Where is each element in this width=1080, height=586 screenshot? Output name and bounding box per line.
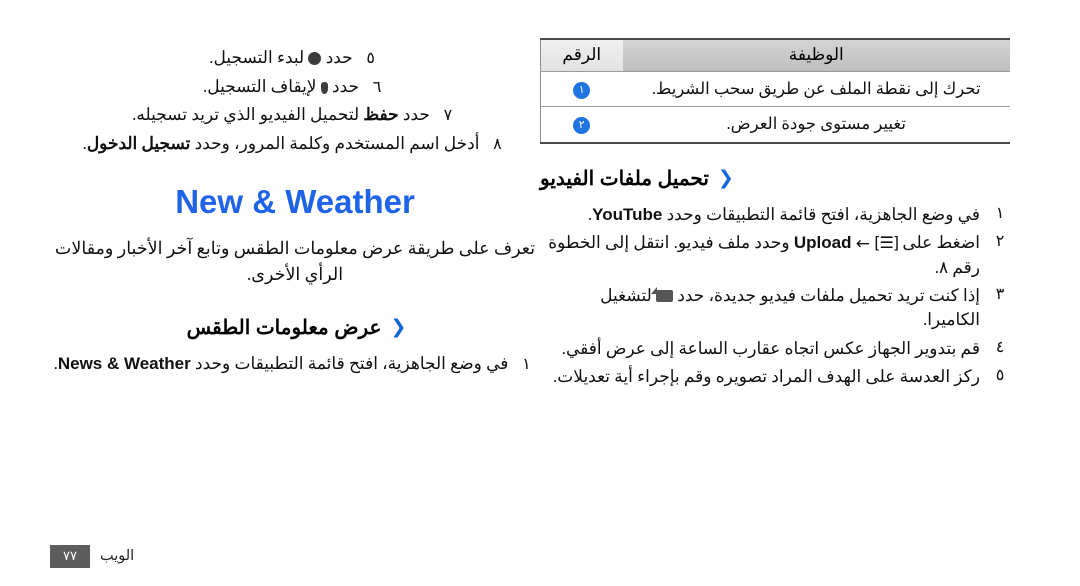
step-text: لتحميل الفيديو الذي تريد تسجيله.: [132, 105, 364, 125]
table-header-function: الوظيفة: [622, 38, 1010, 72]
weather-heading-label: عرض معلومات الطقس: [186, 317, 382, 340]
step-text: لإيقاف التسجيل.: [202, 76, 317, 96]
chapter-intro: تعرف على طريقة عرض معلومات الطقس وتابع آ…: [54, 237, 536, 285]
step-text: أدخل اسم المستخدم وكلمة المرور، وحدد: [190, 134, 480, 154]
table-wrapper: الوظيفة الرقم تحرك إلى نقطة الملف عن طري…: [540, 38, 1010, 144]
step-text: اضغط على: [898, 233, 980, 252]
step-text: قم بتدوير الجهاز عكس اتجاه عقارب الساعة …: [561, 338, 980, 358]
document-page: الوظيفة الرقم تحرك إلى نقطة الملف عن طري…: [0, 0, 1080, 586]
list-item-number: ٧: [443, 107, 453, 125]
list-item: ٧ حدد حفظ لتحميل الفيديو الذي تريد تسجيله…: [50, 103, 540, 128]
chevron-left-icon-2: ❮: [390, 316, 406, 339]
list-item-number: ٨: [493, 136, 502, 154]
list-item-number: ٢: [995, 233, 1005, 250]
list-item-number: ٦: [372, 78, 382, 96]
list-item: ٢ اضغط على [☰] ← Upload وحدد ملف فيديو. ا…: [540, 231, 1010, 280]
table-header-row: الوظيفة الرقم: [540, 38, 1010, 72]
footer-section-label: الويب: [99, 548, 135, 564]
table-row: تحرك إلى نقطة الملف عن طريق سحب الشريط. ١: [540, 71, 1010, 108]
table-header-number: الرقم: [540, 38, 623, 72]
page-footer: ٧٧ الويب: [50, 545, 134, 568]
weather-steps-list: ١ في وضع الجاهزية، افتح قائمة التطبيقات و…: [50, 352, 540, 377]
step-text: حدد: [321, 48, 353, 67]
table-cell-function: تغيير مستوى جودة العرض.: [622, 106, 1010, 144]
step-text-latin: News & Weather: [57, 354, 191, 374]
number-badge: ١: [573, 82, 591, 99]
record-circle-icon: [308, 52, 322, 65]
stop-recording-icon: [320, 81, 328, 94]
continued-steps-list: ٥حدد لبدء التسجيل. ٦حدد لإيقاف التسجيل. ٧ح…: [50, 46, 540, 157]
chapter-title: New & Weather: [175, 182, 415, 220]
table-body: تحرك إلى نقطة الملف عن طريق سحب الشريط. ١…: [540, 71, 1010, 144]
table-cell-number: ٢: [540, 106, 623, 144]
list-item-number: ٥: [366, 50, 375, 67]
left-column: ٥حدد لبدء التسجيل. ٦حدد لإيقاف التسجيل. ٧ح…: [50, 46, 540, 381]
upload-steps-list: ١ في وضع الجاهزية، افتح قائمة التطبيقات و…: [540, 203, 1010, 389]
number-badge: ٢: [573, 117, 591, 135]
step-text-emphasis: حفظ: [363, 105, 399, 125]
chevron-left-icon: ❮: [717, 166, 734, 189]
upload-section-heading: تحميل ملفات الفيديو ❮: [540, 166, 1010, 191]
list-item: ٥ حدد لبدء التسجيل.: [50, 46, 540, 71]
list-item: ١ في وضع الجاهزية، افتح قائمة التطبيقات و…: [540, 203, 1010, 227]
table-cell-function: تحرك إلى نقطة الملف عن طريق سحب الشريط.: [622, 71, 1010, 108]
step-text: إذا كنت تريد تحميل ملفات فيديو جديدة، حد…: [673, 286, 980, 306]
step-text: في وضع الجاهزية، افتح قائمة التطبيقات وح…: [190, 354, 509, 374]
list-item-number: ٣: [995, 286, 1005, 304]
upload-heading-label: تحميل ملفات الفيديو: [540, 167, 709, 190]
list-item: ١ في وضع الجاهزية، افتح قائمة التطبيقات و…: [50, 352, 540, 377]
step-text-latin: YouTube: [592, 204, 663, 224]
list-item: ٥ ركز العدسة على الهدف المراد تصويره وقم …: [540, 365, 1010, 389]
step-text: في وضع الجاهزية، افتح قائمة التطبيقات وح…: [662, 204, 980, 224]
list-item: ٣ إذا كنت تريد تحميل ملفات فيديو جديدة، ح…: [540, 284, 1010, 332]
weather-section-heading: عرض معلومات الطقس ❮: [50, 315, 540, 340]
list-item-number: ١: [995, 204, 1005, 222]
table-row: تغيير مستوى جودة العرض. ٢: [540, 106, 1010, 144]
list-item-number: ٤: [995, 338, 1005, 356]
table-head: الوظيفة الرقم: [540, 38, 1010, 72]
step-text: حدد: [398, 105, 430, 125]
table-cell-number: ١: [540, 71, 623, 108]
step-text: ركز العدسة على الهدف المراد تصويره وقم ب…: [553, 366, 980, 386]
arrow-left-icon: ←: [855, 234, 870, 254]
step-text: لبدء التسجيل.: [209, 48, 305, 67]
list-item: ٨ أدخل اسم المستخدم وكلمة المرور، وحدد تس…: [50, 132, 540, 157]
video-camera-icon: [651, 287, 674, 303]
video-player-functions-table: الوظيفة الرقم تحرك إلى نقطة الملف عن طري…: [540, 38, 1010, 144]
step-text: حدد: [327, 76, 360, 96]
page-number: ٧٧: [50, 545, 90, 568]
step-text-latin: Upload: [793, 233, 852, 252]
list-item-number: ١: [522, 356, 531, 374]
step-text-emphasis: تسجيل الدخول: [86, 134, 191, 154]
right-column: الوظيفة الرقم تحرك إلى نقطة الملف عن طري…: [540, 38, 1010, 393]
menu-key-icon: [☰]: [874, 233, 899, 252]
list-item: ٦ حدد لإيقاف التسجيل.: [50, 75, 540, 100]
list-item-number: ٥: [995, 366, 1005, 384]
list-item: ٤ قم بتدوير الجهاز عكس اتجاه عقارب الساعة…: [540, 337, 1010, 361]
